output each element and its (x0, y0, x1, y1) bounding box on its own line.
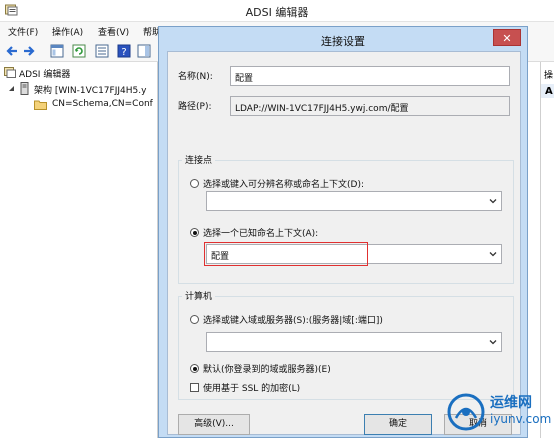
main-window-title: ADSI 编辑器 (245, 6, 309, 19)
main-title-bar: ADSI 编辑器 (0, 0, 554, 22)
radio-dn[interactable] (190, 179, 199, 188)
chevron-down-icon[interactable] (488, 337, 498, 347)
actions-header: 操 (544, 71, 554, 81)
name-input[interactable]: 配置 (230, 66, 510, 86)
radio-known-context[interactable] (190, 228, 199, 237)
path-label: 路径(P): (178, 102, 212, 112)
ssl-checkbox[interactable] (190, 383, 199, 392)
dialog-title: 连接设置 (321, 35, 365, 48)
radio-known-context-label[interactable]: 选择一个已知命名上下文(A): (203, 226, 318, 239)
dialog-title-bar[interactable]: 连接设置 ✕ (159, 27, 527, 51)
radio-default[interactable] (190, 364, 199, 373)
radio-default-label[interactable]: 默认(你登录到的域或服务器)(E) (203, 362, 331, 375)
radio-dn-label[interactable]: 选择或键入可分辨名称或命名上下文(D): (203, 177, 364, 190)
tree-node-schema[interactable]: 架构 [WIN-1VC17FJJ4H5.y (8, 82, 158, 97)
export-list-icon[interactable] (95, 44, 109, 58)
collapse-triangle-icon[interactable] (8, 85, 15, 92)
ssl-checkbox-label[interactable]: 使用基于 SSL 的加密(L) (203, 381, 300, 394)
tree-root-label: ADSI 编辑器 (19, 70, 71, 80)
forward-arrow-icon[interactable] (22, 44, 36, 58)
svg-text:?: ? (121, 47, 126, 58)
dn-combobox[interactable] (206, 191, 502, 211)
show-tree-icon[interactable] (50, 44, 64, 58)
radio-server[interactable] (190, 315, 199, 324)
server-icon (20, 82, 29, 95)
watermark-text-cn: 运维网 (490, 395, 532, 411)
name-label: 名称(N): (178, 72, 213, 82)
navigation-tree: ADSI 编辑器 架构 [WIN-1VC17FJJ4H5.y CN=Schema… (0, 62, 158, 438)
chevron-down-icon[interactable] (488, 249, 498, 259)
actions-pane: 操 A (540, 62, 554, 438)
chevron-down-icon[interactable] (488, 196, 498, 206)
highlight-annotation (204, 242, 368, 266)
watermark-text-url: iyunv.com (490, 412, 552, 426)
server-combobox[interactable] (206, 332, 502, 352)
computer-group-title: 计算机 (182, 289, 216, 302)
tree-node-schema-container[interactable]: CN=Schema,CN=Conf (34, 98, 158, 113)
help-icon[interactable]: ? (117, 44, 131, 58)
adsi-root-icon (4, 67, 16, 78)
action-pane-icon[interactable] (137, 44, 151, 58)
connection-settings-dialog: 连接设置 ✕ 名称(N): 配置 路径(P): LDAP://WIN-1VC17… (158, 26, 528, 438)
watermark-logo-icon (447, 393, 485, 431)
menu-file[interactable]: 文件(F) (8, 25, 38, 38)
menu-action[interactable]: 操作(A) (52, 25, 83, 38)
menu-view[interactable]: 查看(V) (98, 25, 129, 38)
site-watermark: 运维网 iyunv.com (446, 390, 552, 434)
connection-point-title: 连接点 (182, 153, 216, 166)
ok-button[interactable]: 确定 (364, 414, 432, 435)
back-arrow-icon[interactable] (5, 44, 19, 58)
tree-node-schema-container-label: CN=Schema,CN=Conf (52, 99, 153, 109)
actions-item[interactable]: A (545, 86, 553, 97)
folder-icon (34, 100, 47, 110)
refresh-icon[interactable] (72, 44, 86, 58)
advanced-button[interactable]: 高级(V)... (178, 414, 250, 435)
radio-server-label[interactable]: 选择或键入域或服务器(S):(服务器|域[:端口]) (203, 313, 383, 326)
tree-node-schema-label: 架构 [WIN-1VC17FJJ4H5.y (34, 86, 147, 96)
close-icon[interactable]: ✕ (493, 29, 521, 46)
dialog-client-area: 名称(N): 配置 路径(P): LDAP://WIN-1VC17FJJ4H5.… (167, 51, 521, 435)
path-field: LDAP://WIN-1VC17FJJ4H5.ywj.com/配置 (230, 96, 510, 116)
